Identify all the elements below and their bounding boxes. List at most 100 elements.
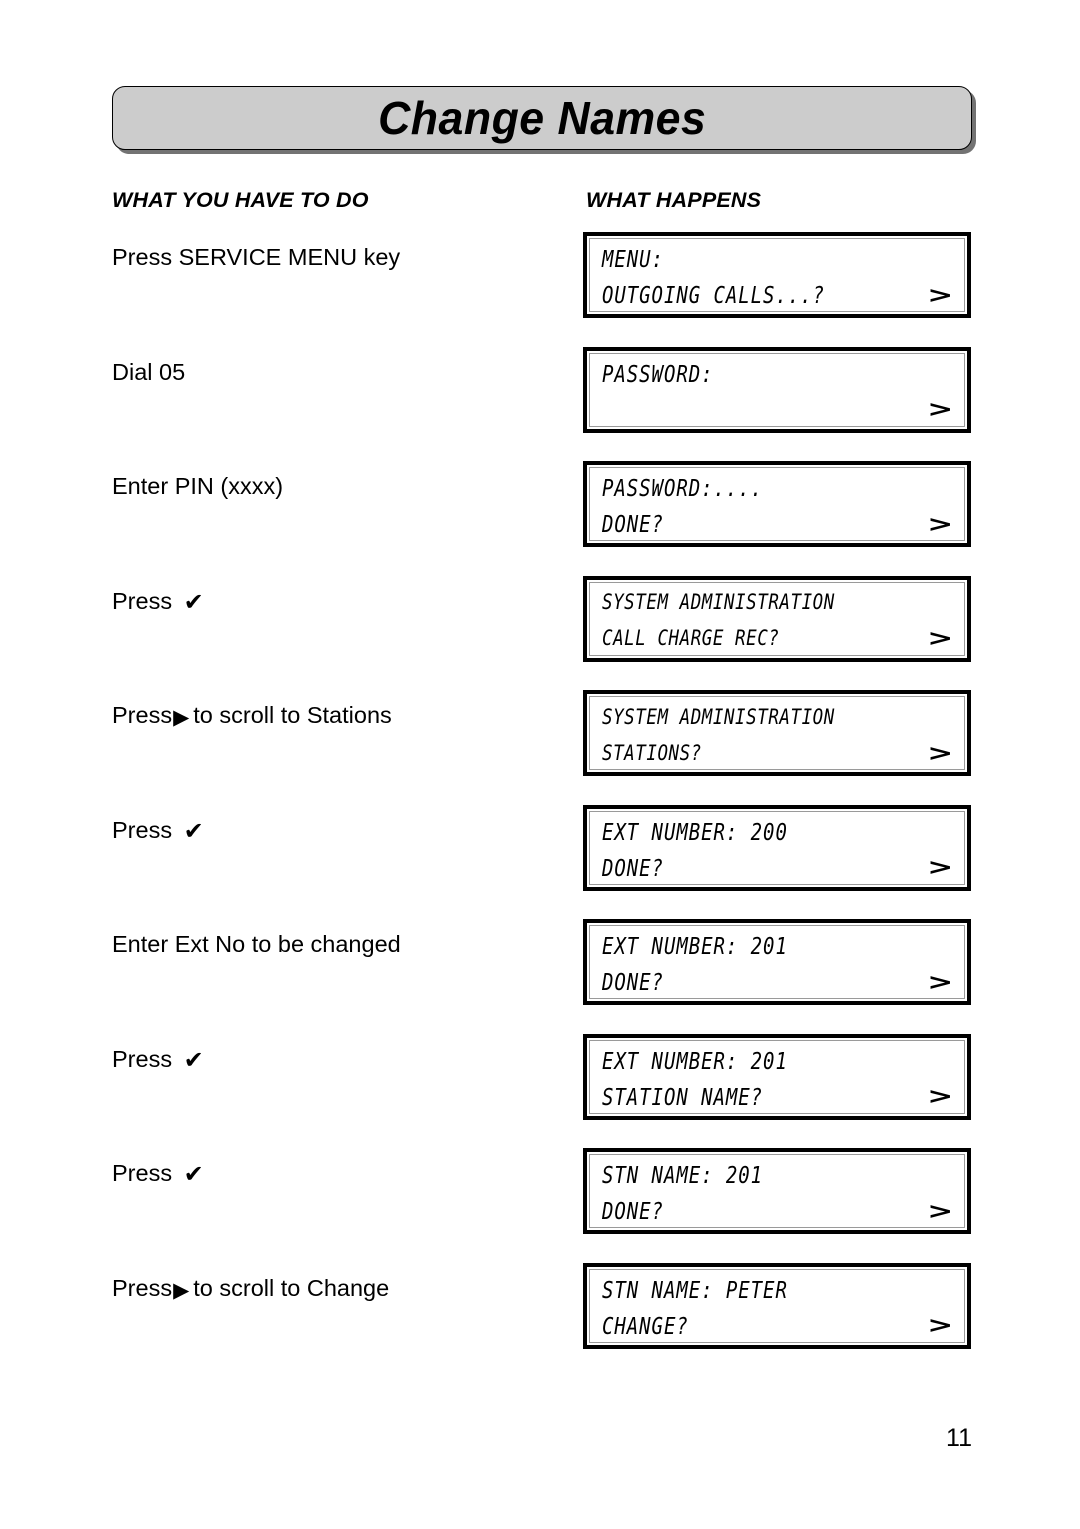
lcd-line-2-text: CALL CHARGE REC? bbox=[602, 626, 780, 651]
lcd-next-chevron-icon: > bbox=[927, 1312, 954, 1339]
checkmark-key-icon: ✔ bbox=[183, 816, 204, 845]
procedure-step-row: Press ✔ EXT NUMBER: 201 STATION NAME? > bbox=[0, 1033, 1080, 1149]
procedure-step-row: Enter PIN (xxxx) PASSWORD:.... DONE? > bbox=[0, 461, 1080, 576]
lcd-display-panel: SYSTEM ADMINISTRATION CALL CHARGE REC? > bbox=[583, 575, 971, 662]
step-instruction-text: Enter PIN (xxxx) bbox=[112, 473, 284, 499]
lcd-line-2: > bbox=[602, 394, 954, 426]
checkmark-key-icon: ✔ bbox=[183, 587, 204, 616]
lcd-line-2-text: DONE? bbox=[602, 853, 664, 882]
lcd-next-chevron-icon: > bbox=[927, 969, 954, 995]
lcd-line-1: STN NAME: 201 bbox=[602, 1159, 954, 1191]
lcd-line-1: PASSWORD:.... bbox=[602, 472, 954, 504]
step-instruction-text: Press bbox=[112, 1160, 179, 1186]
lcd-line-1: PASSWORD: bbox=[602, 358, 954, 390]
lcd-line-1: MENU: bbox=[602, 243, 954, 275]
lcd-line-1: STN NAME: PETER bbox=[602, 1274, 954, 1306]
lcd-line-2-text: CHANGE? bbox=[602, 1311, 689, 1340]
lcd-next-chevron-icon: > bbox=[927, 282, 954, 308]
lcd-screen: MENU: OUTGOING CALLS...? > bbox=[589, 238, 965, 312]
lcd-line-1-text: SYSTEM ADMINISTRATION bbox=[602, 590, 835, 615]
checkmark-key-icon: ✔ bbox=[183, 1045, 204, 1074]
step-instruction-text: Press bbox=[112, 1274, 173, 1301]
lcd-line-1-text: EXT NUMBER: 201 bbox=[602, 1046, 788, 1075]
lcd-line-1: EXT NUMBER: 200 bbox=[602, 816, 954, 848]
step-instruction: Press▶ to scroll to Stations bbox=[112, 700, 562, 732]
lcd-display-panel: PASSWORD: > bbox=[583, 346, 971, 433]
lcd-next-chevron-icon: > bbox=[927, 854, 954, 881]
lcd-next-chevron-icon: > bbox=[927, 625, 954, 652]
lcd-line-1-text: EXT NUMBER: 201 bbox=[602, 932, 788, 960]
procedure-step-row: Press SERVICE MENU key MENU: OUTGOING CALL… bbox=[0, 232, 1080, 347]
step-instruction-text: Press bbox=[112, 816, 179, 843]
lcd-screen: STN NAME: 201 DONE? > bbox=[589, 1154, 965, 1228]
lcd-line-2: DONE? > bbox=[602, 1195, 954, 1227]
procedure-step-row: Enter Ext No to be changed EXT NUMBER: 20… bbox=[0, 919, 1080, 1034]
step-instruction: Press ✔ bbox=[112, 1044, 562, 1075]
step-instruction-text: Press SERVICE MENU key bbox=[112, 244, 401, 270]
step-instruction: Press ✔ bbox=[112, 1158, 562, 1189]
lcd-display-panel: EXT NUMBER: 201 STATION NAME? > bbox=[583, 1033, 971, 1120]
step-instruction: Enter PIN (xxxx) bbox=[112, 471, 562, 501]
lcd-screen: EXT NUMBER: 201 STATION NAME? > bbox=[589, 1039, 965, 1114]
lcd-line-2-text: OUTGOING CALLS...? bbox=[602, 281, 826, 309]
step-instruction: Dial 05 bbox=[112, 357, 562, 387]
step-instruction: Press ✔ bbox=[112, 815, 562, 846]
procedure-step-row: Press ✔ STN NAME: 201 DONE? > bbox=[0, 1148, 1080, 1263]
procedure-step-row: Dial 05 PASSWORD: > bbox=[0, 346, 1080, 462]
lcd-display-panel: EXT NUMBER: 200 DONE? > bbox=[583, 804, 971, 891]
step-instruction-suffix: to scroll to Change bbox=[193, 1274, 390, 1301]
step-instruction-text: Press bbox=[112, 1045, 179, 1072]
lcd-display-panel: PASSWORD:.... DONE? > bbox=[583, 461, 971, 547]
page-title-banner: Change Names bbox=[112, 86, 972, 150]
lcd-line-2: STATIONS? > bbox=[602, 737, 954, 769]
step-instruction: Press▶ to scroll to Change bbox=[112, 1273, 562, 1305]
lcd-line-2: CHANGE? > bbox=[602, 1310, 954, 1342]
lcd-line-1: SYSTEM ADMINISTRATION bbox=[602, 587, 954, 619]
lcd-display-panel: SYSTEM ADMINISTRATION STATIONS? > bbox=[583, 690, 971, 776]
lcd-line-2-text: DONE? bbox=[602, 510, 664, 538]
lcd-line-1-text: SYSTEM ADMINISTRATION bbox=[602, 705, 835, 729]
page-title: Change Names bbox=[377, 92, 707, 144]
lcd-screen: EXT NUMBER: 200 DONE? > bbox=[589, 810, 965, 885]
lcd-line-1-text: EXT NUMBER: 200 bbox=[602, 817, 788, 846]
lcd-screen: PASSWORD: > bbox=[589, 352, 965, 427]
step-instruction-text: Press bbox=[112, 702, 173, 728]
checkmark-key-icon: ✔ bbox=[183, 1160, 204, 1188]
lcd-display-panel: STN NAME: 201 DONE? > bbox=[583, 1148, 971, 1234]
step-instruction: Press SERVICE MENU key bbox=[112, 242, 562, 272]
lcd-next-chevron-icon: > bbox=[927, 1083, 954, 1110]
lcd-line-2: STATION NAME? > bbox=[602, 1081, 954, 1113]
lcd-line-2: DONE? > bbox=[602, 966, 954, 998]
lcd-line-1-text: MENU: bbox=[602, 245, 664, 273]
lcd-screen: PASSWORD:.... DONE? > bbox=[589, 467, 965, 541]
lcd-line-2: DONE? > bbox=[602, 508, 954, 540]
lcd-screen: SYSTEM ADMINISTRATION CALL CHARGE REC? > bbox=[589, 581, 965, 656]
column-heading-what-happens: WHAT HAPPENS bbox=[586, 188, 762, 212]
lcd-next-chevron-icon: > bbox=[927, 511, 954, 537]
lcd-line-1: EXT NUMBER: 201 bbox=[602, 1045, 954, 1077]
column-heading-what-you-have-to-do: WHAT YOU HAVE TO DO bbox=[112, 188, 369, 212]
step-instruction-text: Enter Ext No to be changed bbox=[112, 931, 401, 957]
lcd-next-chevron-icon: > bbox=[927, 740, 954, 766]
lcd-screen: EXT NUMBER: 201 DONE? > bbox=[589, 925, 965, 999]
step-instruction-suffix: to scroll to Stations bbox=[193, 702, 392, 728]
lcd-line-2-text: STATION NAME? bbox=[602, 1082, 764, 1111]
lcd-line-2: OUTGOING CALLS...? > bbox=[602, 279, 954, 311]
procedure-step-row: Press▶ to scroll to Change STN NAME: PETER… bbox=[0, 1262, 1080, 1378]
lcd-display-panel: EXT NUMBER: 201 DONE? > bbox=[583, 919, 971, 1005]
lcd-screen: SYSTEM ADMINISTRATION STATIONS? > bbox=[589, 696, 965, 770]
step-instruction: Press ✔ bbox=[112, 586, 562, 617]
lcd-line-2-text: STATIONS? bbox=[602, 741, 702, 765]
lcd-line-1-text: STN NAME: PETER bbox=[602, 1275, 788, 1304]
lcd-line-2: DONE? > bbox=[602, 852, 954, 884]
lcd-line-1: SYSTEM ADMINISTRATION bbox=[602, 701, 954, 733]
page-number: 11 bbox=[946, 1424, 972, 1452]
step-instruction-text: Dial 05 bbox=[112, 358, 186, 385]
procedure-step-row: Press▶ to scroll to Stations SYSTEM ADMINI… bbox=[0, 690, 1080, 805]
procedure-step-row: Press ✔ EXT NUMBER: 200 DONE? > bbox=[0, 804, 1080, 920]
lcd-line-1: EXT NUMBER: 201 bbox=[602, 930, 954, 962]
lcd-line-2: CALL CHARGE REC? > bbox=[602, 623, 954, 655]
lcd-line-1-text: PASSWORD:.... bbox=[602, 474, 764, 502]
procedure-step-list: Press SERVICE MENU key MENU: OUTGOING CALL… bbox=[0, 232, 1080, 1377]
lcd-display-panel: MENU: OUTGOING CALLS...? > bbox=[583, 232, 971, 318]
